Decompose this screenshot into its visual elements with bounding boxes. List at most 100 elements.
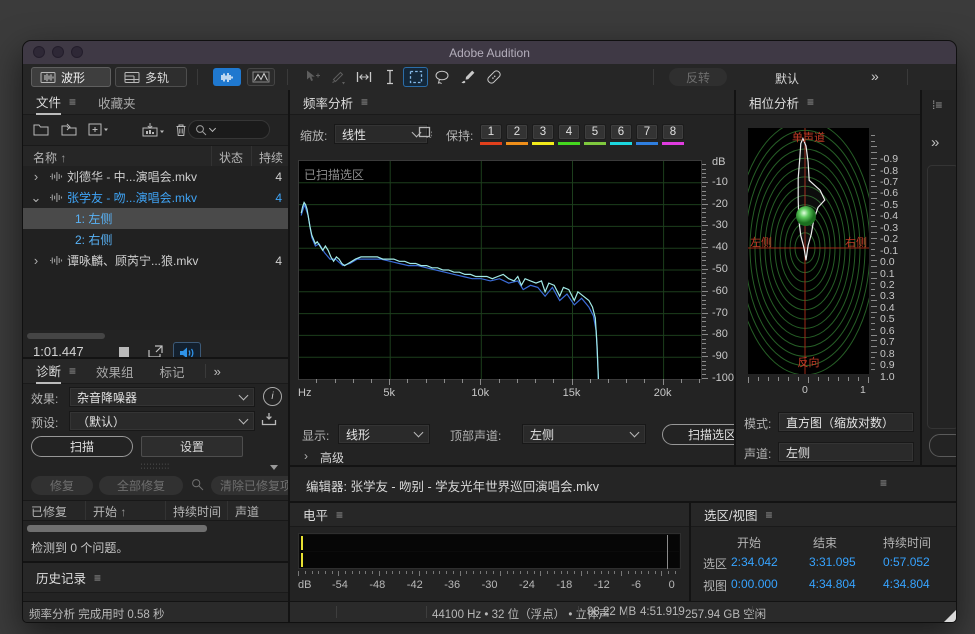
workspace-selector[interactable]: 默认 xyxy=(775,70,799,87)
loop-play-button[interactable] xyxy=(147,344,164,357)
cutoff-pill-button[interactable] xyxy=(929,434,956,457)
resize-grip[interactable] xyxy=(944,610,956,622)
auto-play-toggle[interactable] xyxy=(173,342,201,357)
open-file-icon[interactable] xyxy=(33,123,50,136)
hold-button-7[interactable]: 7 xyxy=(636,124,658,140)
level-tick xyxy=(493,571,494,574)
invert-button[interactable]: 反转 xyxy=(669,68,727,86)
stop-button[interactable] xyxy=(119,347,129,357)
spot-healing-brush-tool[interactable] xyxy=(481,67,506,87)
hold-button-5[interactable]: 5 xyxy=(584,124,606,140)
channel-row[interactable]: 1: 左侧 xyxy=(23,208,288,229)
marquee-selection-tool[interactable] xyxy=(403,67,428,87)
collapsed-panel-tab[interactable] xyxy=(927,165,956,429)
repair-all-button[interactable]: 全部修复 xyxy=(99,476,183,495)
advanced-toggle[interactable]: 高级 xyxy=(320,449,344,465)
settings-button[interactable]: 设置 xyxy=(141,436,243,457)
preset-dropdown[interactable]: （默认） xyxy=(69,411,255,431)
file-row[interactable]: ›刘德华 - 中...演唱会.mkv4 xyxy=(23,166,288,187)
channel-dropdown[interactable]: 左侧 xyxy=(778,442,914,462)
info-icon[interactable]: i xyxy=(263,387,282,406)
panel-menu-icon[interactable]: ≡ xyxy=(69,364,76,378)
issues-column-header[interactable]: 已修复 开始 ↑ 持续时间 声道 xyxy=(23,500,288,521)
trash-icon[interactable] xyxy=(174,123,188,137)
panel-menu-icon[interactable]: ⁞≡ xyxy=(932,98,942,112)
zoom-dropdown[interactable]: 线性 xyxy=(334,124,428,144)
frequency-plot[interactable] xyxy=(298,160,702,380)
scan-button[interactable]: 扫描 xyxy=(31,436,133,457)
new-item-icon[interactable] xyxy=(88,123,108,136)
zoom-button[interactable] xyxy=(71,46,83,58)
advanced-chevron-icon[interactable]: › xyxy=(304,449,308,463)
import-file-icon[interactable] xyxy=(60,123,78,136)
left-status-bar: 频率分析 完成用时 0.58 秒 xyxy=(23,602,288,622)
panel-menu-icon[interactable]: ≡ xyxy=(807,95,814,109)
hold-button-8[interactable]: 8 xyxy=(662,124,684,140)
time-selection-tool[interactable] xyxy=(377,67,402,87)
close-button[interactable] xyxy=(33,46,45,58)
tab-diagnostics[interactable]: 诊断 xyxy=(36,361,61,382)
show-waveform-toggle[interactable] xyxy=(213,68,241,86)
hold-button-3[interactable]: 3 xyxy=(532,124,554,140)
effect-dropdown[interactable]: 杂音降噪器 xyxy=(69,387,255,407)
clear-repaired-button[interactable]: 清除已修复项 xyxy=(211,476,288,495)
horizontal-scrollbar[interactable] xyxy=(27,333,105,339)
waveform-editor-button[interactable]: 波形 xyxy=(31,67,111,87)
goniometer-display[interactable]: 单声道 左侧 右侧 反向 xyxy=(748,128,869,374)
save-preset-icon[interactable] xyxy=(261,412,277,426)
panel-menu-icon[interactable]: ≡ xyxy=(69,95,76,109)
panel-menu-icon[interactable]: ≡ xyxy=(94,571,101,585)
panel-menu-icon[interactable]: ≡ xyxy=(336,508,343,522)
selection-source-icon[interactable] xyxy=(418,126,435,141)
level-meter[interactable] xyxy=(298,533,681,569)
hold-button-6[interactable]: 6 xyxy=(610,124,632,140)
scan-selection-button[interactable]: 扫描选区 xyxy=(662,424,734,445)
slip-tool[interactable] xyxy=(351,67,376,87)
move-tool[interactable] xyxy=(299,67,324,87)
magnify-results-icon[interactable] xyxy=(191,478,204,491)
title-bar[interactable]: Adobe Audition xyxy=(23,41,956,64)
minimize-button[interactable] xyxy=(52,46,64,58)
horizontal-scrollbar[interactable] xyxy=(27,525,207,532)
paintbrush-selection-tool[interactable] xyxy=(455,67,480,87)
panel-menu-icon[interactable]: ≡ xyxy=(361,95,368,109)
channel-row[interactable]: 2: 右侧 xyxy=(23,229,288,250)
column-divider[interactable] xyxy=(251,146,252,166)
show-spectral-toggle[interactable] xyxy=(247,68,275,86)
panel-menu-icon[interactable]: ≡ xyxy=(765,508,772,522)
razor-tool[interactable] xyxy=(325,67,350,87)
expand-panels-chevron[interactable]: » xyxy=(931,134,937,151)
hold-button-1[interactable]: 1 xyxy=(480,124,502,140)
multitrack-button[interactable]: 多轨 xyxy=(115,67,187,87)
collapse-triangle-icon[interactable] xyxy=(270,465,278,470)
tab-markers[interactable]: 标记 xyxy=(160,362,185,381)
chevron-right-icon[interactable]: › xyxy=(23,253,49,268)
tab-levels[interactable]: 电平 xyxy=(303,505,328,524)
display-dropdown[interactable]: 线形 xyxy=(338,424,430,444)
panel-menu-icon[interactable]: ≡ xyxy=(880,476,887,490)
tab-history[interactable]: 历史记录 xyxy=(36,568,86,587)
column-divider[interactable] xyxy=(211,146,212,166)
mode-dropdown[interactable]: 直方图（缩放对数） xyxy=(778,412,914,432)
hold-button-4[interactable]: 4 xyxy=(558,124,580,140)
panel-overflow-chevron[interactable]: » xyxy=(214,364,219,379)
top-channel-dropdown[interactable]: 左侧 xyxy=(522,424,646,444)
search-input[interactable] xyxy=(188,120,270,139)
file-row[interactable]: ›谭咏麟、顾芮宁...狼.mkv4 xyxy=(23,250,288,271)
tab-phase-analysis[interactable]: 相位分析 xyxy=(749,93,799,112)
tab-frequency-analysis[interactable]: 频率分析 xyxy=(303,93,353,112)
files-column-header[interactable]: 名称 ↑ 状态 持续 xyxy=(23,145,288,167)
file-row[interactable]: ⌄张学友 - 吻...演唱会.mkv4 xyxy=(23,187,288,208)
repair-button[interactable]: 修复 xyxy=(31,476,93,495)
chevron-right-icon[interactable]: › xyxy=(23,169,49,184)
hold-button-2[interactable]: 2 xyxy=(506,124,528,140)
lasso-selection-tool[interactable] xyxy=(429,67,454,87)
chevron-down-icon[interactable]: ⌄ xyxy=(23,190,49,206)
tab-files[interactable]: 文件 xyxy=(36,92,61,113)
batch-export-icon[interactable] xyxy=(142,123,164,137)
tab-selection-view[interactable]: 选区/视图 xyxy=(704,505,757,524)
workspace-overflow-chevron[interactable]: » xyxy=(871,68,877,84)
drag-handle[interactable]: ∙∙∙∙∙∙∙∙∙∙∙∙∙∙∙∙∙∙∙∙ xyxy=(141,463,170,471)
tab-favorites[interactable]: 收藏夹 xyxy=(98,93,136,112)
tab-effects-rack[interactable]: 效果组 xyxy=(96,362,134,381)
